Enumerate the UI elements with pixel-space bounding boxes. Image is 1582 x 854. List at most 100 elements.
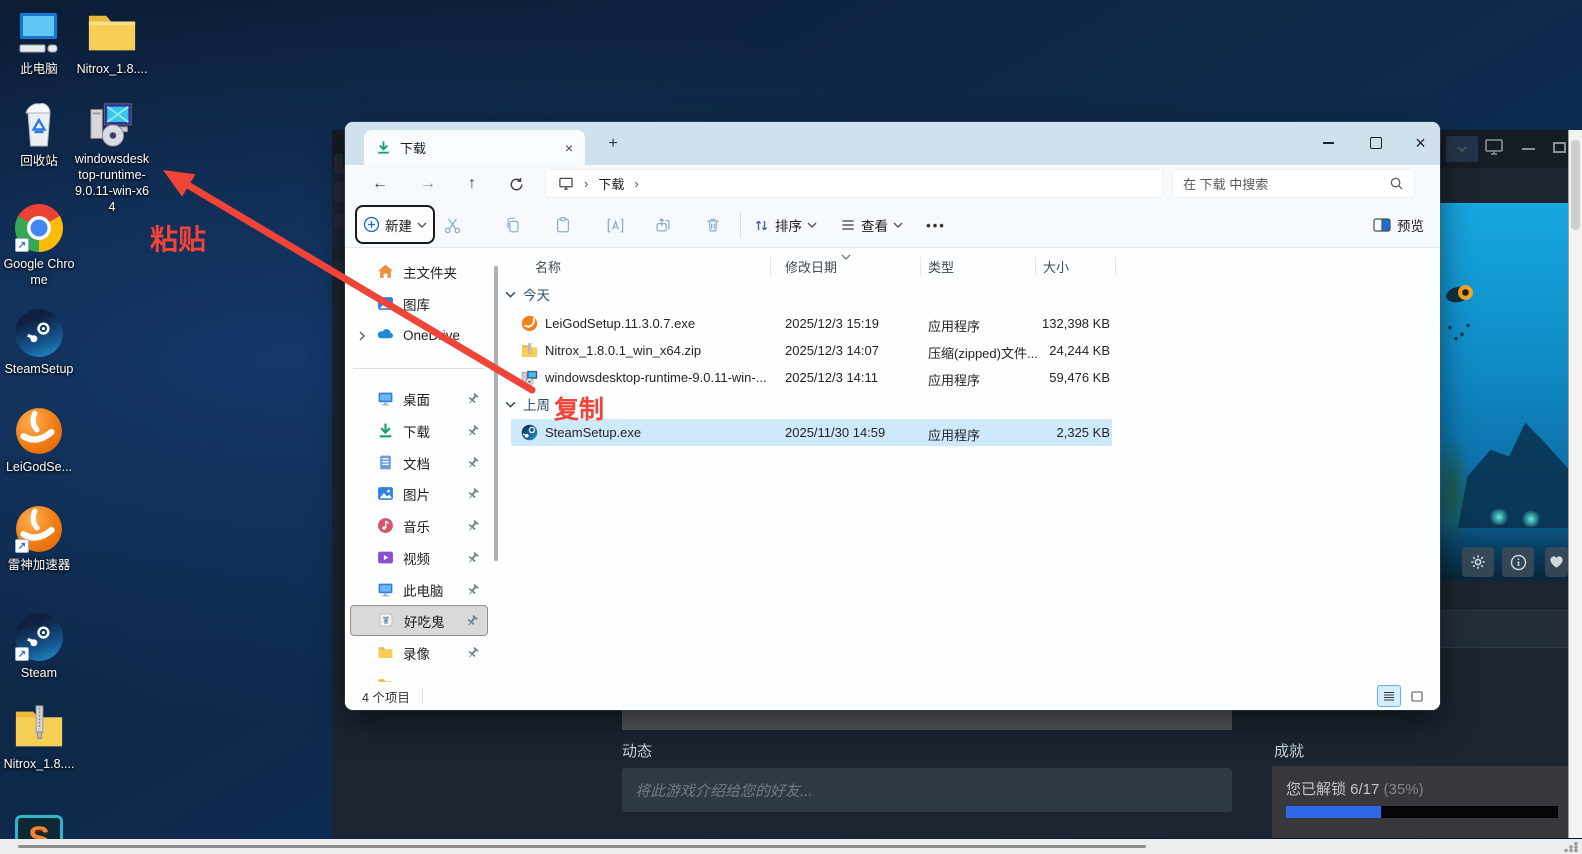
activity-comment-input[interactable]: 将此游戏介绍给您的好友...: [622, 768, 1232, 812]
window-close-button[interactable]: [1398, 122, 1440, 164]
window-minimize-button[interactable]: [1306, 122, 1351, 164]
desktop-icon-this-pc[interactable]: 此电脑: [0, 8, 78, 77]
search-input[interactable]: 在 下载 中搜索: [1172, 169, 1415, 198]
new-tab-button[interactable]: [601, 132, 625, 156]
sidebar-scrollbar[interactable]: [494, 266, 498, 561]
steam-minimize-button[interactable]: [1522, 148, 1535, 150]
sidebar-item-gallery[interactable]: 图库: [350, 288, 488, 319]
new-button[interactable]: 新建: [355, 205, 435, 244]
steam-display-icon[interactable]: [1484, 138, 1504, 161]
desktop-icon-leigod-accelerator[interactable]: 雷神加速器: [0, 504, 78, 573]
pin-icon: [467, 457, 479, 469]
chevron-right-icon: [634, 176, 638, 191]
preview-button[interactable]: 预览: [1373, 211, 1424, 239]
file-row-leigodsetup[interactable]: LeiGodSetup.11.3.0.7.exe 2025/12/3 15:19…: [505, 310, 1438, 337]
more-options-button[interactable]: [925, 214, 947, 236]
back-button[interactable]: ←: [367, 171, 393, 197]
column-header-size[interactable]: 大小: [1043, 257, 1069, 276]
steam-dropdown-button[interactable]: [1446, 136, 1478, 162]
cut-button[interactable]: [441, 214, 463, 236]
column-header-type[interactable]: 类型: [928, 257, 954, 276]
resize-grip-icon[interactable]: [1564, 842, 1578, 852]
steam-scrollbar[interactable]: [1568, 130, 1582, 838]
steam-icon: [14, 612, 64, 662]
paste-button[interactable]: [552, 214, 574, 236]
desktop-icon-nitrox-folder[interactable]: Nitrox_1.8....: [73, 8, 151, 77]
group-header-today[interactable]: 今天: [505, 282, 550, 306]
tab-downloads[interactable]: 下载: [364, 130, 585, 165]
sidebar-item-videos[interactable]: 视频: [350, 542, 488, 573]
explorer-tabbar: 下载: [345, 122, 1440, 165]
file-list: 名称 修改日期 类型 大小 今天 LeiGodSetup.11.3.0.7.ex…: [505, 249, 1438, 682]
sidebar-item-pictures[interactable]: 图片: [350, 478, 488, 509]
file-row-runtime[interactable]: windowsdesktop-runtime-9.0.11-win-... 20…: [505, 364, 1438, 391]
view-thumbnail-toggle[interactable]: [1405, 685, 1429, 707]
up-button[interactable]: ↑: [459, 171, 485, 197]
steam-settings-button[interactable]: [1462, 547, 1494, 577]
sidebar-item-home[interactable]: 主文件夹: [350, 256, 488, 287]
expand-chevron-icon[interactable]: [358, 331, 366, 341]
tab-close-icon[interactable]: [565, 140, 573, 156]
rename-button[interactable]: [604, 214, 626, 236]
scissors-icon: [443, 216, 462, 235]
sidebar-item-onedrive[interactable]: OneDrive: [350, 320, 488, 351]
sidebar-item-documents[interactable]: 文档: [350, 447, 488, 478]
steam-sidebar-item: [334, 214, 343, 228]
window-maximize-button[interactable]: [1353, 122, 1398, 164]
steam-maximize-button[interactable]: [1553, 142, 1566, 153]
sidebar-item-music[interactable]: 音乐: [350, 510, 488, 541]
videos-icon: [377, 549, 394, 566]
desktop-icon-label: LeiGodSe...: [0, 459, 78, 475]
desktop-icon-recycle-bin[interactable]: 回收站: [0, 100, 78, 169]
desktop-icon-leigod-setup[interactable]: LeiGodSe...: [0, 406, 78, 475]
recycle-bin-icon: [14, 100, 64, 150]
copy-button[interactable]: [502, 214, 524, 236]
heart-icon: [1549, 555, 1564, 569]
share-button[interactable]: [652, 214, 674, 236]
thumbnail-view-icon: [1411, 691, 1423, 702]
search-placeholder: 在 下载 中搜索: [1183, 174, 1268, 193]
view-button[interactable]: 查看: [840, 211, 903, 239]
breadcrumb-item-downloads[interactable]: 下载: [598, 174, 624, 193]
desktop-icon-chrome[interactable]: Google Chrome: [0, 203, 78, 288]
paste-icon: [554, 216, 572, 234]
sort-direction-icon: [841, 249, 851, 263]
steam-favorite-button[interactable]: [1545, 547, 1568, 577]
achievements-card[interactable]: 您已解锁 6/17 (35%): [1272, 766, 1570, 838]
this-pc-icon: [14, 8, 64, 58]
desktop-icon-nitrox-zip[interactable]: Nitrox_1.8....: [0, 703, 78, 772]
desktop-icon-runtime-installer[interactable]: windowsdesktop-runtime-9.0.11-win-x64: [73, 98, 151, 215]
taskbar-strip[interactable]: [0, 839, 1582, 854]
desktop-icon-steam-setup[interactable]: SteamSetup: [0, 308, 78, 377]
achievement-progress-track: [1286, 806, 1558, 818]
chrome-icon: [14, 203, 64, 253]
taskbar-line: [18, 845, 1146, 848]
explorer-window: 下载 ← → ↑ 下载 在 下载 中搜索: [345, 122, 1440, 710]
sidebar-item-recordings[interactable]: 录像: [350, 637, 488, 668]
shortcut-arrow-icon: [15, 539, 29, 553]
sidebar-item-this-pc[interactable]: 此电脑: [350, 574, 488, 605]
sort-button[interactable]: 排序: [753, 211, 817, 239]
breadcrumb[interactable]: 下载: [545, 169, 1163, 198]
sidebar-item-haochigui[interactable]: 好吃鬼: [350, 605, 488, 636]
sidebar-item-partial[interactable]: [350, 669, 488, 682]
forward-button[interactable]: →: [415, 171, 441, 197]
group-header-last-week[interactable]: 上周: [505, 392, 550, 416]
column-header-name[interactable]: 名称: [535, 257, 561, 276]
steam-info-button[interactable]: [1502, 547, 1534, 577]
chevron-right-icon: [584, 176, 588, 191]
desktop-icon-steam[interactable]: Steam: [0, 612, 78, 681]
delete-button[interactable]: [702, 214, 724, 236]
refresh-button[interactable]: [503, 171, 529, 197]
achievement-progress-fill: [1286, 806, 1381, 818]
shortcut-arrow-icon: [15, 647, 29, 661]
sidebar-item-downloads[interactable]: 下载: [350, 415, 488, 446]
column-header-date[interactable]: 修改日期: [785, 257, 837, 276]
sidebar-item-desktop[interactable]: 桌面: [350, 383, 488, 414]
pictures-icon: [377, 485, 394, 502]
view-list-toggle[interactable]: [1377, 685, 1401, 707]
item-count: 4 个项目: [362, 687, 410, 706]
annotation-paste-label: 粘贴: [150, 218, 206, 258]
file-row-nitrox-zip[interactable]: Nitrox_1.8.0.1_win_x64.zip 2025/12/3 14:…: [505, 337, 1438, 364]
column-headers: 名称 修改日期 类型 大小: [505, 254, 1438, 278]
